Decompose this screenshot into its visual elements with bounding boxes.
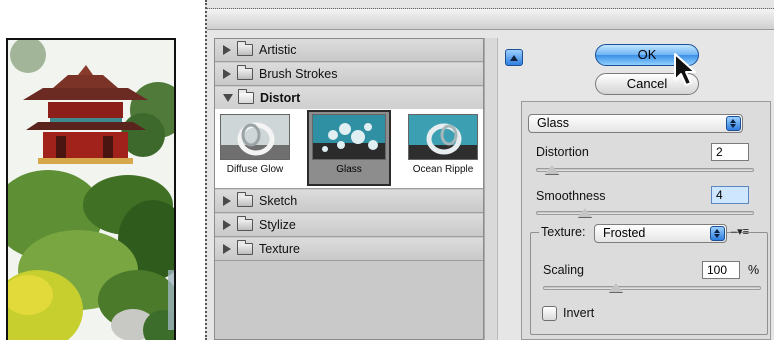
- filter-select-value: Glass: [537, 116, 569, 130]
- invert-checkbox[interactable]: [542, 306, 557, 321]
- category-texture[interactable]: Texture: [215, 238, 483, 261]
- expand-triangle-icon[interactable]: [223, 69, 231, 79]
- triangle-up-icon: [510, 54, 518, 61]
- category-label: Sketch: [259, 194, 298, 208]
- expand-triangle-icon[interactable]: [223, 45, 231, 55]
- folder-icon: [237, 240, 253, 255]
- list-scrollbar[interactable]: [484, 38, 498, 340]
- category-distort[interactable]: Distort: [215, 87, 483, 110]
- select-arrows-icon: [726, 116, 741, 131]
- collapse-triangle-icon[interactable]: [223, 94, 233, 102]
- expand-triangle-icon[interactable]: [223, 220, 231, 230]
- smoothness-label: Smoothness: [536, 189, 606, 203]
- thumb-caption: Glass: [336, 164, 362, 175]
- category-label: Distort: [260, 91, 301, 105]
- ocean-ripple-thumbnail: [408, 114, 478, 160]
- category-artistic[interactable]: Artistic: [215, 39, 483, 62]
- thumb-caption: Diffuse Glow: [226, 164, 284, 175]
- expand-triangle-icon[interactable]: [223, 196, 231, 206]
- source-image-preview: [6, 38, 176, 340]
- texture-menu-icon[interactable]: –▾≡: [731, 225, 749, 238]
- scaling-input[interactable]: 100: [702, 261, 740, 279]
- filter-thumb-glass[interactable]: Glass: [307, 110, 391, 186]
- folder-icon: [237, 41, 253, 56]
- category-stylize[interactable]: Stylize: [215, 214, 483, 237]
- category-label: Brush Strokes: [259, 67, 338, 81]
- filter-category-list: Artistic Brush Strokes Distort Diffuse G…: [214, 38, 484, 340]
- smoothness-slider-thumb[interactable]: [579, 209, 589, 216]
- category-label: Texture: [259, 242, 300, 256]
- distort-thumbnails: Diffuse Glow Glass Ocean Ripple: [215, 109, 483, 189]
- scaling-label: Scaling: [543, 263, 584, 277]
- scaling-slider-track[interactable]: [543, 286, 761, 290]
- category-label: Stylize: [259, 218, 296, 232]
- category-brush-strokes[interactable]: Brush Strokes: [215, 63, 483, 86]
- filter-settings-panel: Glass Distortion 2 Smoothness 4 Texture:…: [521, 101, 771, 340]
- smoothness-slider-track[interactable]: [536, 211, 754, 215]
- texture-label: Texture:: [541, 225, 586, 239]
- distortion-input[interactable]: 2: [711, 143, 749, 161]
- category-label: Artistic: [259, 43, 297, 57]
- scaling-unit: %: [748, 263, 760, 277]
- folder-icon: [237, 65, 253, 80]
- filter-gallery-dialog: Artistic Brush Strokes Distort Diffuse G…: [205, 0, 774, 340]
- mouse-pointer-icon: [674, 53, 696, 86]
- distortion-slider-track[interactable]: [536, 168, 754, 172]
- texture-select[interactable]: Frosted: [594, 224, 727, 243]
- filter-thumb-ocean-ripple[interactable]: Ocean Ripple: [407, 112, 479, 185]
- category-sketch[interactable]: Sketch: [215, 190, 483, 213]
- folder-icon: [237, 216, 253, 231]
- folder-icon: [237, 192, 253, 207]
- distortion-label: Distortion: [536, 145, 589, 159]
- collapse-panel-button[interactable]: [505, 49, 523, 66]
- glass-thumbnail: [312, 114, 386, 160]
- expand-triangle-icon[interactable]: [223, 244, 231, 254]
- select-arrows-icon: [710, 226, 725, 241]
- folder-open-icon: [238, 89, 254, 104]
- distortion-slider-thumb[interactable]: [546, 166, 556, 173]
- invert-label: Invert: [563, 306, 595, 320]
- scaling-slider-thumb[interactable]: [610, 284, 620, 291]
- texture-group: Texture: Frosted –▾≡ Scaling 100 % Inver…: [530, 224, 768, 335]
- texture-select-value: Frosted: [603, 226, 646, 240]
- dialog-title-bar[interactable]: [207, 8, 774, 30]
- filter-thumb-diffuse-glow[interactable]: Diffuse Glow: [219, 112, 291, 185]
- diffuse-glow-thumbnail: [220, 114, 290, 160]
- filter-select[interactable]: Glass: [528, 114, 743, 133]
- thumb-caption: Ocean Ripple: [412, 164, 474, 175]
- smoothness-input[interactable]: 4: [711, 186, 749, 204]
